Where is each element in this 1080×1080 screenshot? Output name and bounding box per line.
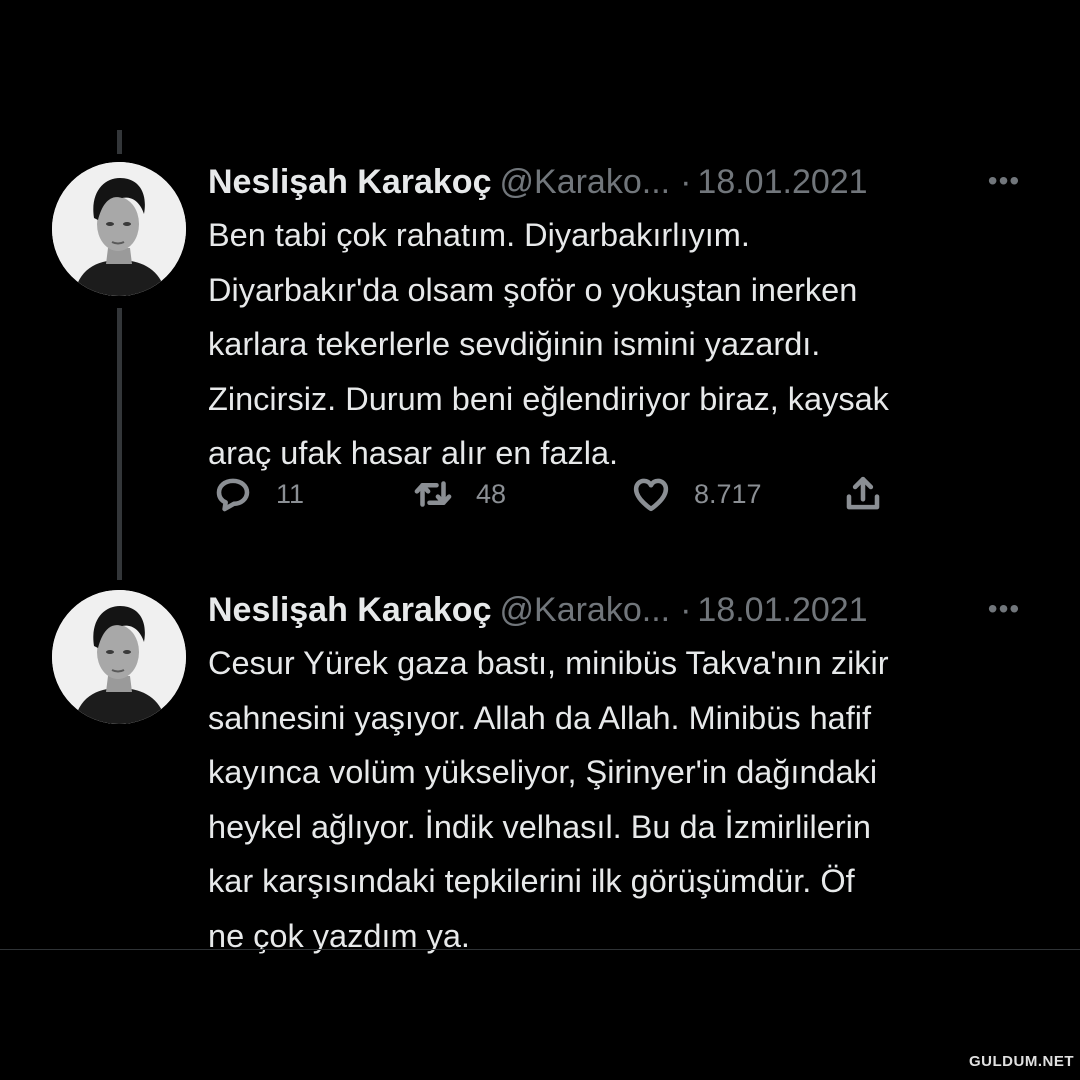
- reply-icon: [216, 478, 250, 512]
- author-name[interactable]: Neslişah Karakoç: [208, 591, 492, 629]
- tweet-header: Neslişah Karakoç @Karako... · 18.01.2021: [208, 590, 868, 630]
- retweet-button[interactable]: 48: [412, 472, 506, 516]
- reply-count: 11: [276, 478, 305, 509]
- share-button[interactable]: [842, 472, 884, 516]
- tweet-date[interactable]: 18.01.2021: [697, 591, 867, 629]
- author-handle[interactable]: @Karako...: [500, 163, 671, 201]
- tweet-actions: 11 48 8.717: [208, 472, 908, 516]
- avatar[interactable]: [52, 590, 186, 724]
- separator: ·: [680, 163, 692, 201]
- reply-button[interactable]: 11: [212, 472, 304, 516]
- thread-line-top: [117, 130, 122, 154]
- tweet-text: Ben tabi çok rahatım. Diyarbakırlıyım. D…: [208, 217, 889, 471]
- retweet-icon: [414, 481, 452, 507]
- tweet-text: Cesur Yürek gaza bastı, minibüs Takva'nı…: [208, 645, 889, 954]
- thread-connector-line: [117, 308, 122, 580]
- author-name[interactable]: Neslişah Karakoç: [208, 163, 492, 201]
- more-icon[interactable]: •••: [984, 166, 1024, 196]
- like-icon: [633, 478, 669, 512]
- share-icon: [846, 476, 880, 510]
- tweet-header: Neslişah Karakoç @Karako... · 18.01.2021: [208, 162, 868, 202]
- watermark: GULDUM.NET: [969, 1053, 1074, 1070]
- retweet-count: 48: [476, 478, 507, 509]
- author-handle[interactable]: @Karako...: [500, 591, 671, 629]
- tweet-date[interactable]: 18.01.2021: [697, 163, 867, 201]
- more-icon[interactable]: •••: [984, 594, 1024, 624]
- like-count: 8.717: [694, 478, 762, 509]
- like-button[interactable]: 8.717: [630, 472, 762, 516]
- separator: ·: [680, 591, 692, 629]
- avatar[interactable]: [52, 162, 186, 296]
- divider: [0, 949, 1080, 950]
